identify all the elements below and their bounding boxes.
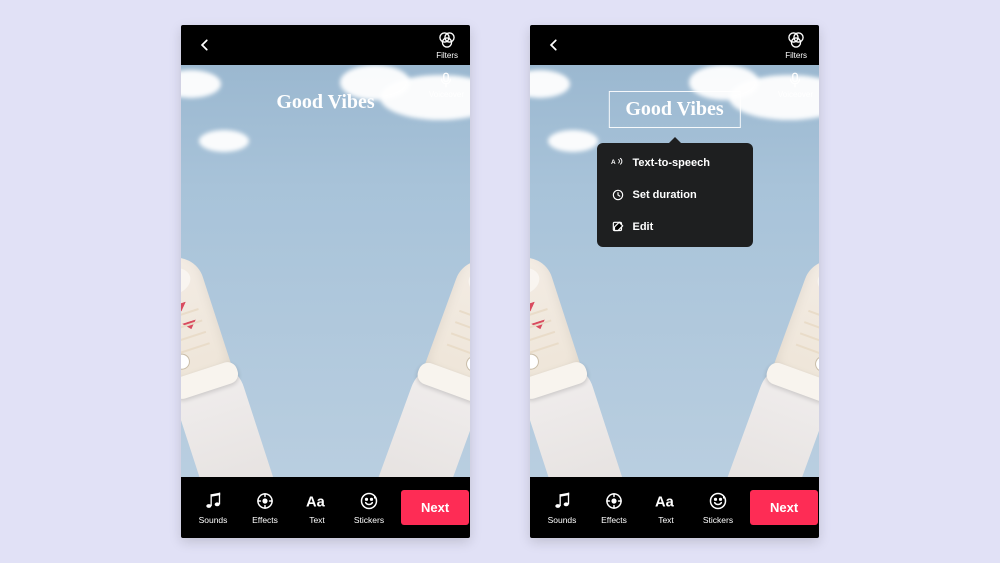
voiceover-button[interactable]: Voiceover — [429, 71, 464, 99]
text-overlay[interactable]: Good Vibes — [276, 91, 374, 114]
microphone-icon — [786, 71, 804, 89]
menu-text-to-speech[interactable]: A Text-to-speech — [597, 147, 753, 179]
effects-icon — [604, 490, 624, 512]
decoration — [181, 249, 279, 477]
editor-screen-1: Filters Voiceover Good Vibes Sounds — [181, 25, 470, 538]
menu-label: Text-to-speech — [633, 157, 710, 169]
svg-text:Aa: Aa — [306, 495, 326, 511]
sounds-label: Sounds — [199, 515, 228, 525]
next-button[interactable]: Next — [401, 490, 469, 525]
text-overlay-selected[interactable]: Good Vibes — [608, 91, 740, 128]
edit-icon — [611, 220, 625, 234]
voiceover-label: Voiceover — [429, 90, 464, 99]
sounds-label: Sounds — [548, 515, 577, 525]
video-canvas[interactable]: Voiceover Good Vibes — [181, 65, 470, 477]
filters-icon — [786, 30, 806, 50]
music-note-icon — [552, 490, 572, 512]
filters-label: Filters — [436, 51, 458, 60]
decoration — [721, 251, 819, 477]
back-button[interactable] — [542, 33, 566, 57]
voiceover-label: Voiceover — [778, 90, 813, 99]
text-icon: Aa — [655, 490, 677, 512]
menu-edit[interactable]: Edit — [597, 211, 753, 243]
stickers-icon — [708, 490, 728, 512]
text-icon: Aa — [306, 490, 328, 512]
text-button[interactable]: Aa Text — [642, 490, 690, 525]
voiceover-button[interactable]: Voiceover — [778, 71, 813, 99]
menu-set-duration[interactable]: Set duration — [597, 179, 753, 211]
svg-text:Aa: Aa — [655, 495, 675, 511]
stickers-button[interactable]: Stickers — [345, 490, 393, 525]
decoration — [372, 251, 470, 477]
text-context-menu: A Text-to-speech Set duration Edit — [597, 143, 753, 247]
clock-icon — [611, 188, 625, 202]
effects-button[interactable]: Effects — [241, 490, 289, 525]
music-note-icon — [203, 490, 223, 512]
svg-text:A: A — [611, 159, 616, 166]
stickers-button[interactable]: Stickers — [694, 490, 742, 525]
menu-label: Edit — [633, 221, 654, 233]
effects-label: Effects — [252, 515, 278, 525]
top-bar: Filters — [530, 25, 819, 65]
decoration — [530, 249, 628, 477]
stickers-label: Stickers — [703, 515, 733, 525]
decoration — [181, 70, 221, 98]
bottom-toolbar: Sounds Effects Aa Text Stickers Next — [181, 477, 470, 538]
text-button[interactable]: Aa Text — [293, 490, 341, 525]
text-label: Text — [309, 515, 325, 525]
effects-label: Effects — [601, 515, 627, 525]
effects-icon — [255, 490, 275, 512]
stickers-label: Stickers — [354, 515, 384, 525]
decoration — [530, 70, 570, 98]
microphone-icon — [437, 71, 455, 89]
stickers-icon — [359, 490, 379, 512]
decoration — [548, 130, 598, 152]
decoration — [199, 130, 249, 152]
back-button[interactable] — [193, 33, 217, 57]
top-bar: Filters — [181, 25, 470, 65]
filters-label: Filters — [785, 51, 807, 60]
sounds-button[interactable]: Sounds — [189, 490, 237, 525]
editor-screen-2: Filters Voiceover Good Vibes A Text-to-s… — [530, 25, 819, 538]
text-label: Text — [658, 515, 674, 525]
bottom-toolbar: Sounds Effects Aa Text Stickers Next — [530, 477, 819, 538]
video-canvas[interactable]: Voiceover Good Vibes A Text-to-speech Se… — [530, 65, 819, 477]
filters-button[interactable]: Filters — [436, 30, 458, 60]
next-button[interactable]: Next — [750, 490, 818, 525]
filters-icon — [437, 30, 457, 50]
filters-button[interactable]: Filters — [785, 30, 807, 60]
text-to-speech-icon: A — [611, 156, 625, 170]
menu-label: Set duration — [633, 189, 697, 201]
sounds-button[interactable]: Sounds — [538, 490, 586, 525]
effects-button[interactable]: Effects — [590, 490, 638, 525]
